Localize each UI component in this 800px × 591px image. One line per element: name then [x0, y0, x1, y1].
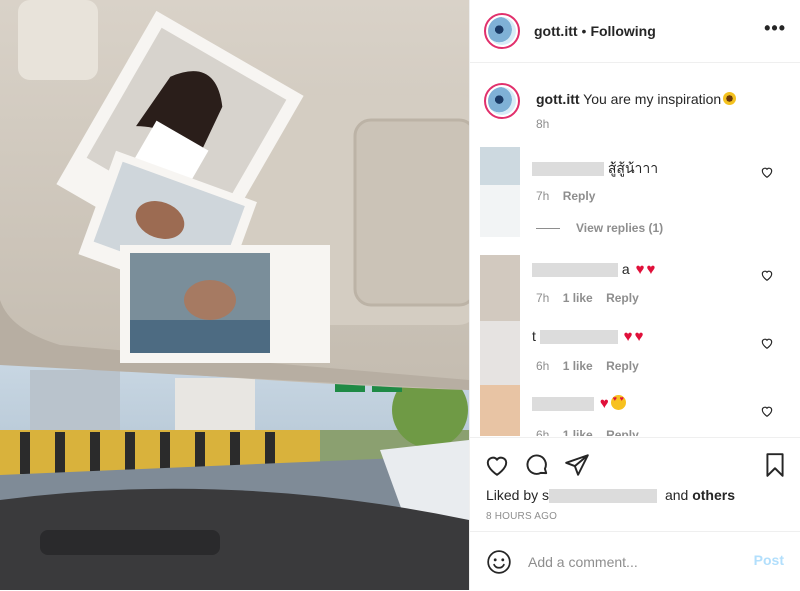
liked-by-others[interactable]: others: [692, 487, 735, 503]
comment-heart-icon[interactable]: [760, 165, 774, 179]
liked-by-and: and: [664, 487, 689, 503]
red-heart-emoji-icon: ♥: [599, 395, 609, 412]
caption: gott.itt You are my inspiration 8h: [470, 63, 800, 131]
comment-icon[interactable]: [524, 452, 550, 478]
red-heart-emoji-icon: ♥: [634, 328, 644, 345]
comment-heart-icon[interactable]: [760, 336, 774, 350]
comment-item: a ♥ ♥ 7h 1 like Reply: [470, 255, 800, 321]
blurred-username: [532, 263, 618, 278]
post-actions: Liked by s and others 8 HOURS AGO: [470, 437, 800, 532]
view-replies-label: View replies (1): [576, 221, 664, 235]
avatar-image: [488, 87, 516, 115]
following-button[interactable]: Following: [590, 23, 655, 39]
heart-eyes-emoji-icon: [610, 395, 626, 410]
post-detail-panel: gott.itt • Following ••• gott.itt You ar…: [469, 0, 800, 590]
smiley-icon[interactable]: [486, 549, 512, 575]
comment-time[interactable]: 7h: [536, 291, 549, 305]
add-comment-bar: Post: [470, 531, 800, 591]
comment-time[interactable]: 7h: [536, 189, 549, 203]
commenter-avatar[interactable]: [480, 147, 520, 185]
comment-text: a: [621, 261, 630, 277]
red-heart-emoji-icon: ♥: [646, 261, 656, 278]
red-heart-emoji-icon: ♥: [623, 328, 633, 345]
comment-heart-icon[interactable]: [760, 404, 774, 418]
divider-line: [536, 228, 560, 230]
blurred-username: [532, 162, 604, 177]
comment-meta: 7h Reply: [536, 189, 605, 203]
comment-text-row: a ♥ ♥: [532, 261, 655, 278]
comment-heart-icon[interactable]: [760, 268, 774, 282]
reply-button[interactable]: Reply: [563, 189, 596, 203]
post-photo[interactable]: [0, 0, 469, 590]
comment-likes[interactable]: 1 like: [563, 291, 593, 305]
comment-text: สู้สู้น้าาา: [607, 160, 659, 176]
liked-by-prefix: Liked by: [486, 487, 539, 503]
comment-text-row: t ♥ ♥: [532, 328, 643, 345]
share-icon[interactable]: [564, 452, 590, 478]
reply-button[interactable]: Reply: [606, 291, 639, 305]
view-replies-button[interactable]: View replies (1): [536, 221, 663, 235]
comment-meta: 7h 1 like Reply: [536, 291, 649, 305]
red-heart-emoji-icon: ♥: [635, 261, 645, 278]
blurred-username: [532, 397, 594, 412]
add-comment-input[interactable]: [526, 552, 750, 571]
caption-text: You are my inspiration: [583, 91, 722, 107]
comment-meta: 6h 1 like Reply: [536, 359, 649, 373]
comments-list[interactable]: gott.itt You are my inspiration 8h สู้สู…: [470, 63, 800, 436]
author-username[interactable]: gott.itt: [534, 23, 578, 39]
post-comment-button[interactable]: Post: [754, 552, 784, 568]
sunflower-emoji-icon: [723, 92, 737, 105]
comment-meta: 6h 1 like Reply: [536, 428, 649, 436]
more-icon[interactable]: •••: [764, 18, 786, 39]
caption-time[interactable]: 8h: [536, 117, 736, 131]
caption-body: gott.itt You are my inspiration 8h: [536, 91, 737, 131]
comment-time[interactable]: 6h: [536, 428, 549, 436]
comment-text-row: ♥: [532, 395, 626, 412]
commenter-avatar[interactable]: [480, 321, 520, 385]
reply-button[interactable]: Reply: [606, 428, 639, 436]
author-avatar[interactable]: [484, 13, 520, 49]
comment-likes[interactable]: 1 like: [563, 428, 593, 436]
avatar-placeholder: [480, 185, 520, 237]
post-header: gott.itt • Following •••: [470, 0, 800, 63]
comment-item: ♥ 6h 1 like Reply: [470, 385, 800, 436]
comment-text: t: [532, 328, 536, 344]
avatar-image: [488, 17, 516, 45]
liked-by: Liked by s and others: [486, 487, 735, 504]
post-image: [0, 0, 469, 590]
caption-username[interactable]: gott.itt: [536, 91, 580, 107]
commenter-avatar[interactable]: [480, 255, 520, 321]
comment-item: t ♥ ♥ 6h 1 like Reply: [470, 321, 800, 385]
bookmark-icon[interactable]: [762, 452, 788, 478]
comment-text-row: สู้สู้น้าาา: [532, 158, 658, 180]
comment-time[interactable]: 6h: [536, 359, 549, 373]
blurred-username: [549, 489, 658, 504]
commenter-avatar[interactable]: [480, 385, 520, 436]
heart-icon[interactable]: [484, 452, 510, 478]
post-timestamp[interactable]: 8 HOURS AGO: [486, 511, 557, 522]
reply-button[interactable]: Reply: [606, 359, 639, 373]
liked-by-user[interactable]: s: [542, 487, 549, 503]
separator-dot: •: [581, 23, 587, 39]
blurred-username: [539, 330, 618, 345]
caption-avatar[interactable]: [484, 83, 520, 119]
comment-likes[interactable]: 1 like: [563, 359, 593, 373]
